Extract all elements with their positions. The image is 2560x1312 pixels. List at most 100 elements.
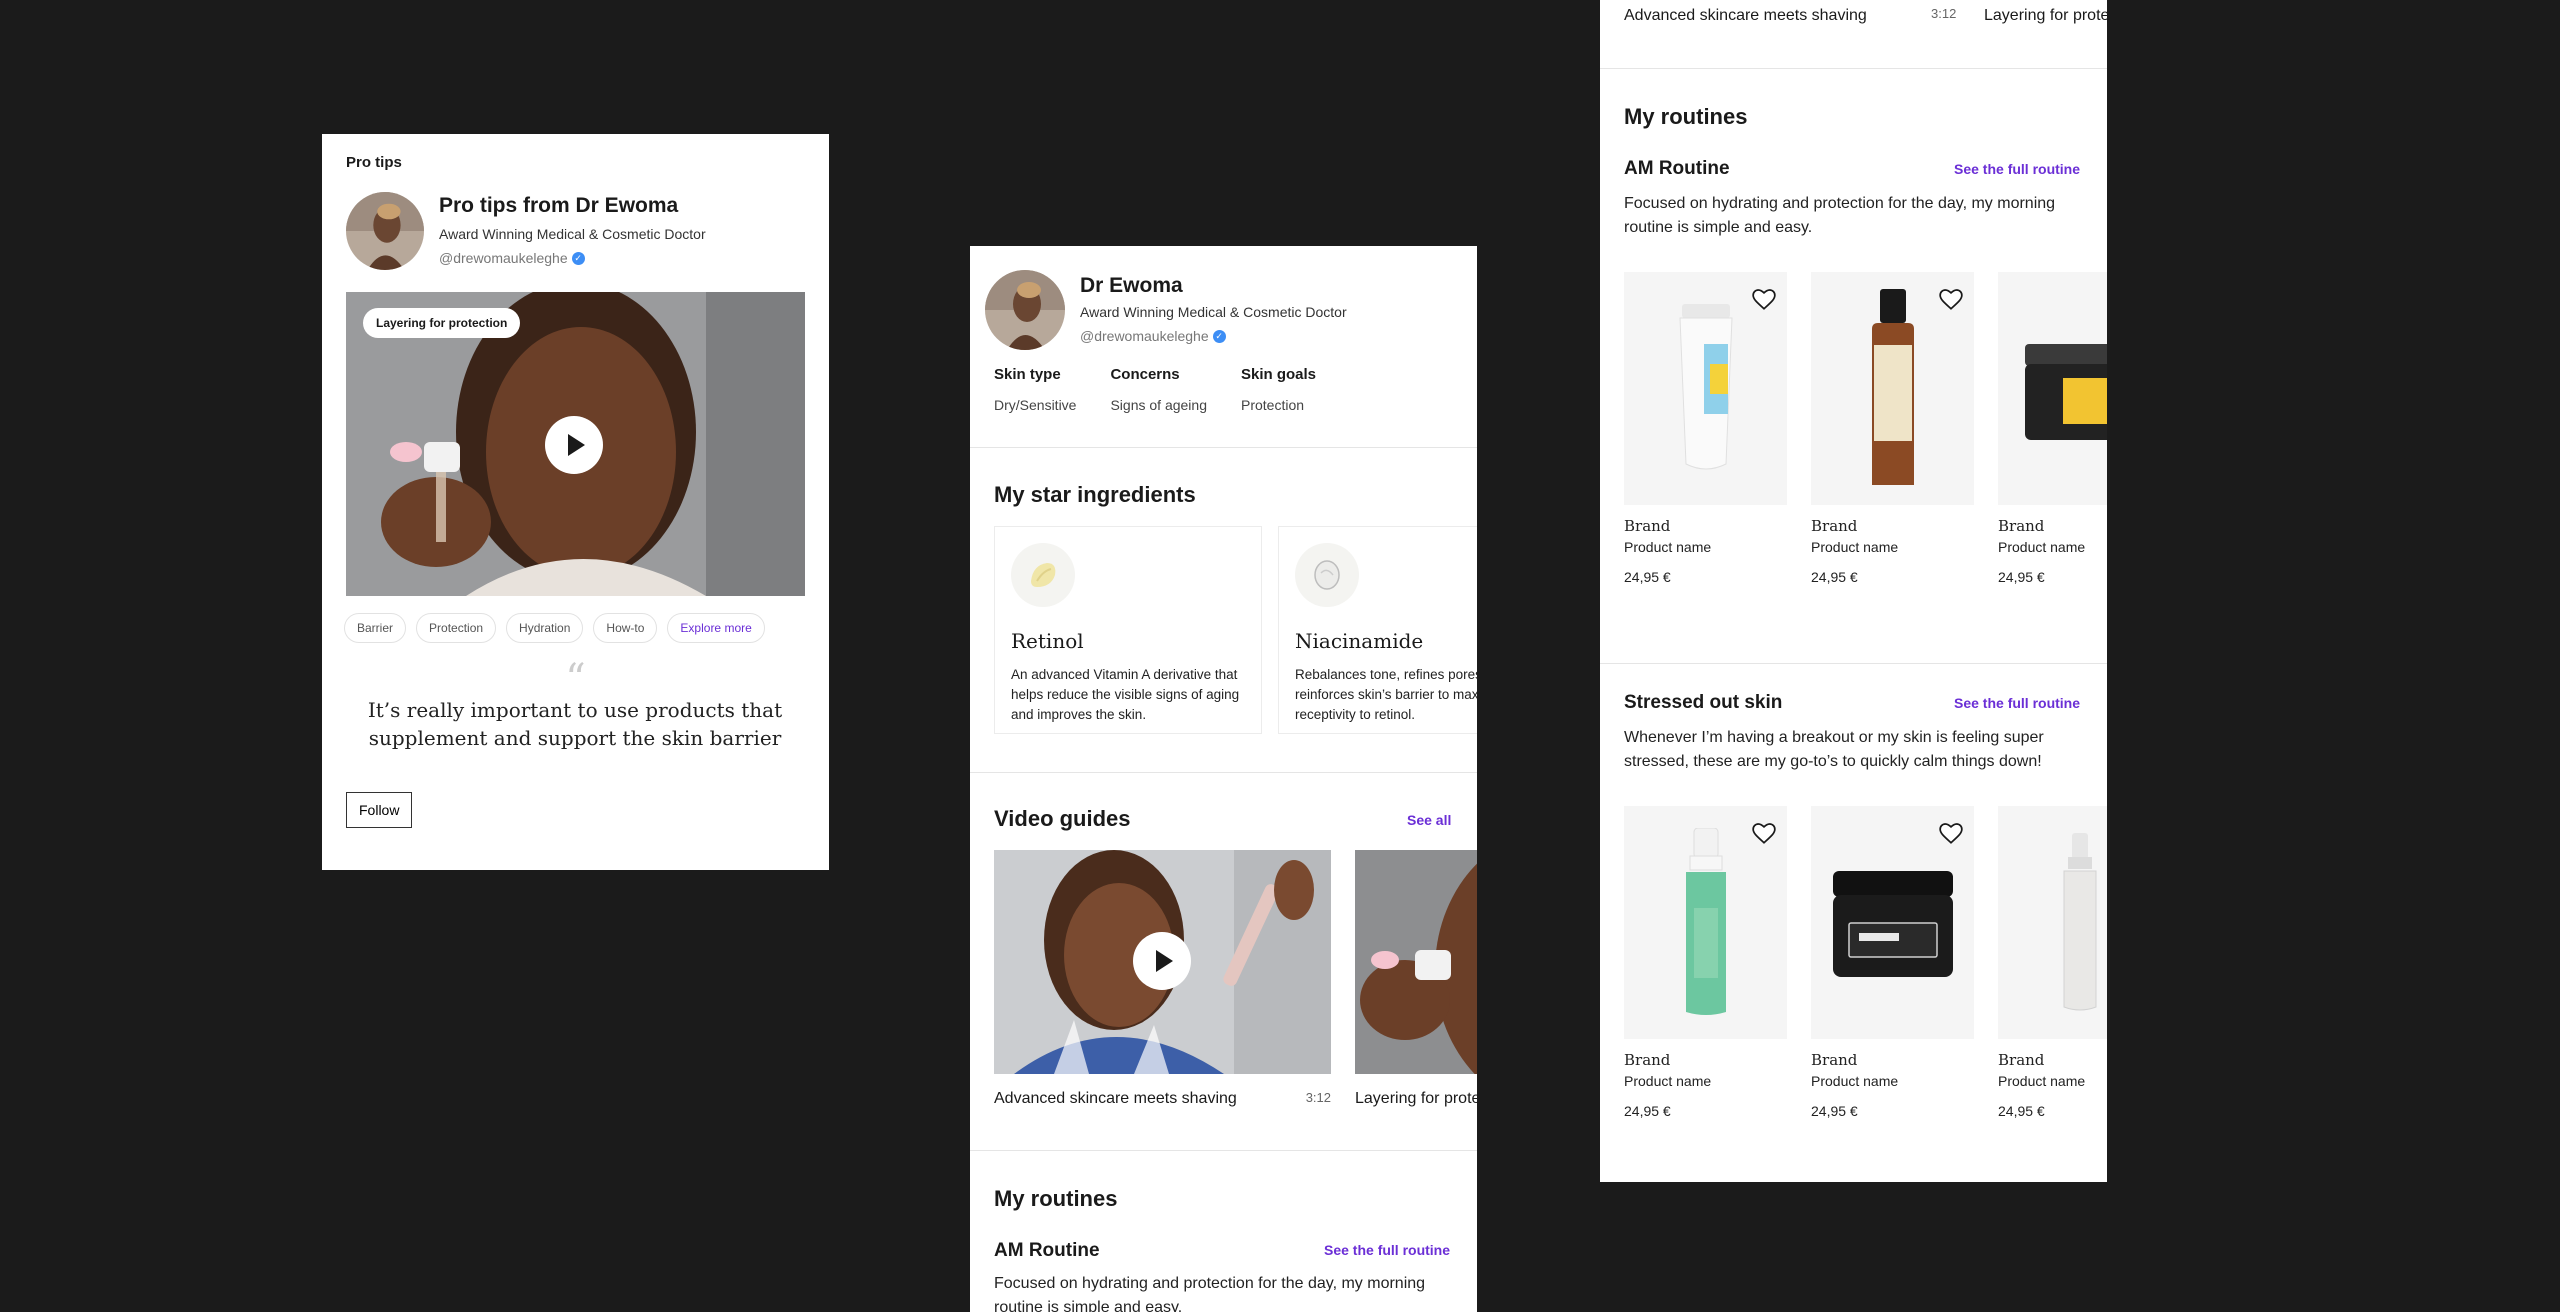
heart-icon[interactable] <box>1938 286 1964 312</box>
ingredients-heading: My star ingredients <box>994 482 1196 507</box>
author-handle[interactable]: @drewomaukeleghe ✓ <box>439 250 585 266</box>
tag-barrier[interactable]: Barrier <box>344 613 407 643</box>
product-image[interactable] <box>1998 272 2107 505</box>
routines-heading: My routines <box>1624 104 1748 129</box>
video-list: Advanced skincare meets shaving 3:12 Laye… <box>994 850 1477 1108</box>
ingredient-desc: An advanced Vitamin A derivative that he… <box>1011 667 1240 722</box>
see-full-routine-link[interactable]: See the full routine <box>1324 1242 1450 1258</box>
serum-drop-icon <box>1295 543 1359 607</box>
product-name: Product name <box>1998 539 2086 555</box>
verified-icon: ✓ <box>1212 329 1226 343</box>
see-all-link[interactable]: See all <box>1407 812 1451 828</box>
see-full-routine-link[interactable]: See the full routine <box>1954 695 2080 711</box>
author-role: Award Winning Medical & Cosmetic Doctor <box>439 226 706 242</box>
attr-value: Dry/Sensitive <box>994 397 1077 413</box>
routines-page: Advanced skincare meets shaving 3:12 Lay… <box>1600 0 2107 1182</box>
ingredient-card[interactable]: Retinol An advanced Vitamin A derivative… <box>994 526 1262 734</box>
quote-icon: “ <box>565 656 586 702</box>
attr-skin-goals: Skin goals Protection <box>1241 366 1316 413</box>
product-price: 24,95 € <box>1811 569 1858 585</box>
product-price: 24,95 € <box>1624 569 1671 585</box>
video-title[interactable]: Layering for protection <box>1984 7 2107 25</box>
routine-desc: Focused on hydrating and protection for … <box>994 1275 1426 1312</box>
video-thumbnail[interactable] <box>1355 850 1477 1074</box>
hero-video[interactable]: Layering for protection <box>346 292 805 596</box>
ingredient-name: Retinol <box>1011 629 1084 653</box>
product-price: 24,95 € <box>1998 1103 2045 1119</box>
product-brand: Brand <box>1624 517 1671 535</box>
divider <box>970 772 1477 773</box>
pro-tips-card: Pro tips Pro tips from Dr Ewoma Award Wi… <box>322 134 829 870</box>
divider <box>970 447 1477 448</box>
see-full-routine-link[interactable]: See the full routine <box>1954 161 2080 177</box>
attr-value: Protection <box>1241 397 1305 413</box>
video-title: Layering for protection <box>1355 1090 1477 1107</box>
handle-text: @drewomaukeleghe <box>439 250 568 266</box>
product-brand: Brand <box>1811 1051 1858 1069</box>
product-card[interactable]: Brand Product name 24,95 € <box>1998 806 2107 1119</box>
video-title: Advanced skincare meets shaving <box>994 1090 1237 1107</box>
video-strip: Advanced skincare meets shaving 3:12 Lay… <box>1624 6 2107 25</box>
ingredient-name: Niacinamide <box>1295 629 1424 653</box>
video-card[interactable]: Advanced skincare meets shaving 3:12 <box>994 850 1331 1108</box>
video-card[interactable]: Layering for protection <box>1355 850 1477 1108</box>
divider <box>1600 68 2107 69</box>
quote-text: It’s really important to use products th… <box>367 698 783 750</box>
attr-key: Concerns <box>1110 366 1180 383</box>
heart-icon[interactable] <box>1751 286 1777 312</box>
profile-handle[interactable]: @drewomaukeleghe ✓ <box>1080 328 1226 344</box>
product-price: 24,95 € <box>1998 569 2045 585</box>
skin-attributes: Skin type Dry/Sensitive Concerns Signs of … <box>994 366 1316 413</box>
product-price: 24,95 € <box>1811 1103 1858 1119</box>
ingredient-card[interactable]: Niacinamide Rebalances tone, refines por… <box>1278 526 1477 734</box>
product-image[interactable] <box>1811 806 1974 1039</box>
card-title: Pro tips from Dr Ewoma <box>439 194 679 217</box>
product-brand: Brand <box>1811 517 1858 535</box>
product-name: Product name <box>1624 1073 1712 1089</box>
product-brand: Brand <box>1624 1051 1671 1069</box>
routine-name: AM Routine <box>1624 158 1730 179</box>
product-image[interactable] <box>1624 806 1787 1039</box>
heart-icon[interactable] <box>1751 820 1777 846</box>
avatar[interactable] <box>346 192 424 270</box>
play-icon[interactable] <box>545 416 603 474</box>
attr-concerns: Concerns Signs of ageing <box>1110 366 1207 413</box>
tag-how-to[interactable]: How-to <box>593 613 658 643</box>
product-name: Product name <box>1811 1073 1899 1089</box>
videos-heading: Video guides <box>994 806 1131 831</box>
play-icon[interactable] <box>1133 932 1191 990</box>
heart-icon[interactable] <box>1938 820 1964 846</box>
cream-icon <box>1011 543 1075 607</box>
product-name: Product name <box>1811 539 1899 555</box>
product-card[interactable]: Brand Product name 24,95 € <box>1624 272 1787 585</box>
product-list: Brand Product name 24,95 € Brand Product… <box>1624 272 2107 585</box>
product-image[interactable] <box>1998 806 2107 1039</box>
product-card[interactable]: Brand Product name 24,95 € <box>1624 806 1787 1119</box>
product-card[interactable]: Brand Product name 24,95 € <box>1998 272 2107 585</box>
video-thumbnail[interactable] <box>994 850 1331 1074</box>
routine-desc: Focused on hydrating and protection for … <box>1624 195 2056 236</box>
product-name: Product name <box>1624 539 1712 555</box>
product-brand: Brand <box>1998 517 2045 535</box>
tag-hydration[interactable]: Hydration <box>506 613 584 643</box>
product-image[interactable] <box>1624 272 1787 505</box>
explore-more-link[interactable]: Explore more <box>667 613 765 643</box>
routine-desc: Whenever I’m having a breakout or my ski… <box>1624 729 2044 770</box>
tag-protection[interactable]: Protection <box>416 613 497 643</box>
routine-name: Stressed out skin <box>1624 692 1783 713</box>
product-image[interactable] <box>1811 272 1974 505</box>
video-title[interactable]: Advanced skincare meets shaving <box>1624 7 1867 24</box>
product-card[interactable]: Brand Product name 24,95 € <box>1811 806 1974 1119</box>
product-price: 24,95 € <box>1624 1103 1671 1119</box>
avatar[interactable] <box>985 270 1065 350</box>
profile-role: Award Winning Medical & Cosmetic Doctor <box>1080 304 1347 320</box>
divider <box>970 1150 1477 1151</box>
handle-text: @drewomaukeleghe <box>1080 328 1209 344</box>
hero-badge: Layering for protection <box>363 308 521 338</box>
attr-skin-type: Skin type Dry/Sensitive <box>994 366 1076 413</box>
profile-page: Dr Ewoma Award Winning Medical & Cosmeti… <box>970 246 1477 1312</box>
product-card[interactable]: Brand Product name 24,95 € <box>1811 272 1974 585</box>
product-brand: Brand <box>1998 1051 2045 1069</box>
video-duration: 3:12 <box>1931 6 1957 21</box>
follow-button[interactable]: Follow <box>346 792 413 828</box>
